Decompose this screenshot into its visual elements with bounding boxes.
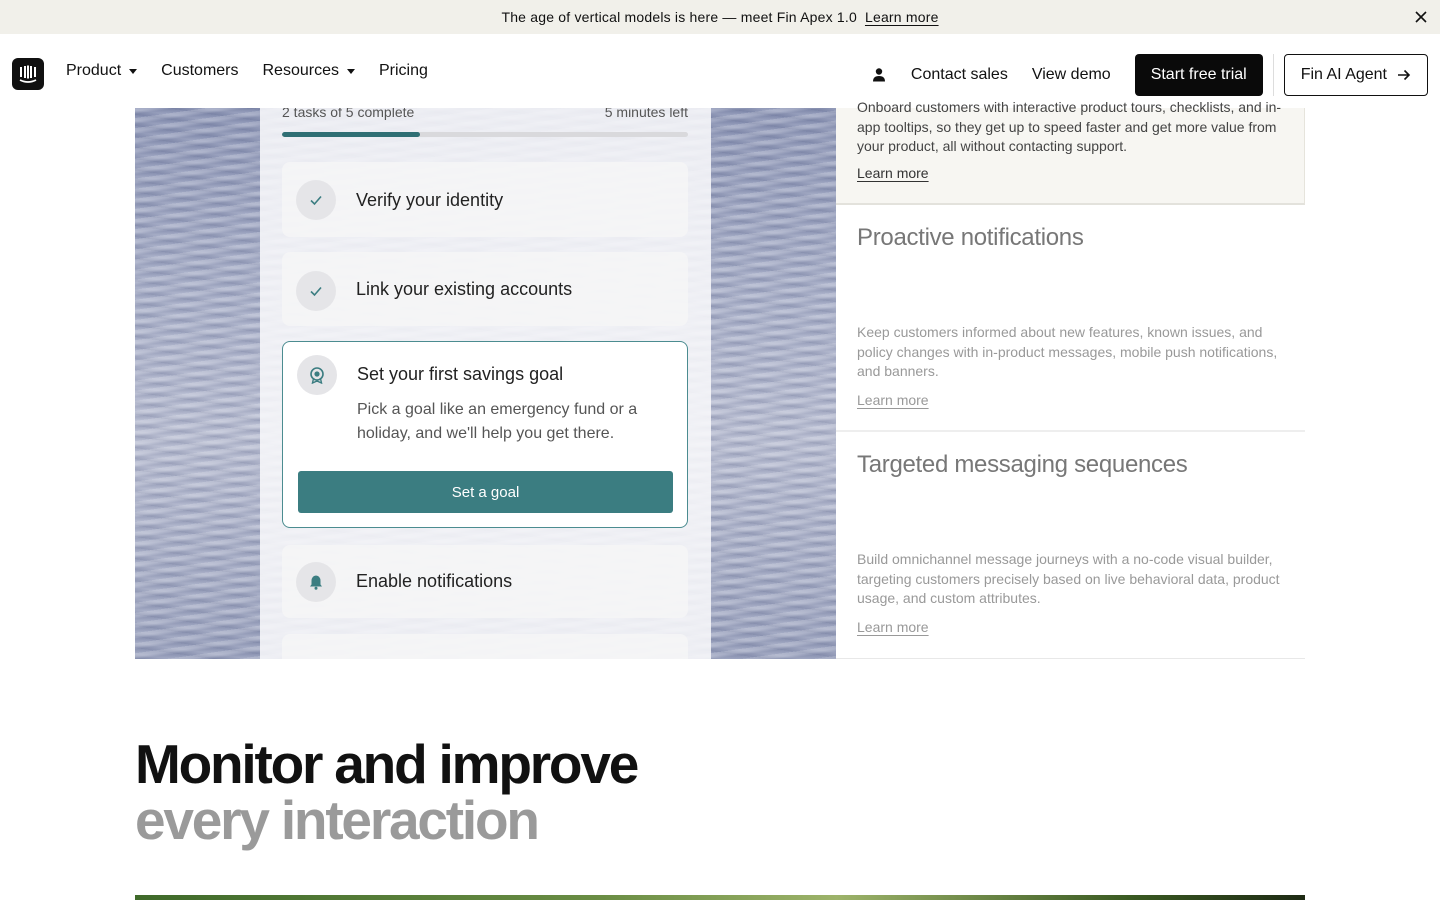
nav-menu: Product Customers Resources Pricing — [66, 34, 428, 108]
caret-down-icon — [129, 68, 138, 74]
feature-title: Proactive notifications — [857, 224, 1084, 251]
feature-description: Onboard customers with interactive produ… — [857, 99, 1282, 155]
task-title: Verify your identity — [356, 190, 504, 210]
product-mockup-panel: 2 tasks of 5 complete 5 minutes left Ver… — [135, 108, 836, 659]
nav-actions: Contact sales View demo Start free trial… — [871, 54, 1428, 96]
caret-down-icon — [346, 68, 355, 74]
task-item-partial — [282, 634, 688, 659]
task-title: Set your first savings goal — [357, 364, 564, 384]
feature-item-product-tours: Onboard customers with interactive produ… — [836, 99, 1305, 205]
time-left-label: 5 minutes left — [604, 108, 688, 120]
nav-divider — [1272, 54, 1274, 96]
close-icon[interactable] — [1412, 8, 1430, 26]
progress-row: 2 tasks of 5 complete 5 minutes left — [282, 108, 688, 120]
announcement-bar: The age of vertical models is here — mee… — [0, 0, 1440, 34]
feature-description: Keep customers informed about new featur… — [857, 324, 1278, 380]
progress-bar — [282, 132, 688, 137]
section-heading-line2: every interaction — [135, 789, 540, 851]
features-list: Onboard customers with interactive produ… — [836, 99, 1305, 659]
feature-learn-more-link[interactable]: Learn more — [857, 392, 929, 408]
next-section-image — [135, 895, 1305, 900]
task-title: Link your existing accounts — [356, 279, 573, 299]
user-icon[interactable] — [871, 67, 887, 83]
feature-description: Build omnichannel message journeys with … — [857, 551, 1280, 607]
view-demo-link[interactable]: View demo — [1032, 66, 1111, 84]
set-goal-button[interactable]: Set a goal — [298, 471, 673, 513]
section-heading-line1: Monitor and improve — [135, 733, 639, 795]
nav-item-resources[interactable]: Resources — [263, 62, 355, 80]
progress-bar-fill — [282, 132, 421, 137]
nav-item-label: Resources — [262, 62, 339, 79]
task-item-enable-notifications[interactable]: Enable notifications — [282, 545, 688, 618]
task-item-savings-goal[interactable]: Set your first savings goal Pick a goal … — [282, 341, 688, 528]
nav-item-customers[interactable]: Customers — [161, 62, 238, 80]
intercom-logo[interactable] — [12, 58, 44, 90]
logo-icon — [19, 65, 37, 83]
fin-ai-agent-label: Fin AI Agent — [1300, 66, 1387, 83]
task-description: Pick a goal like an emergency fund or a … — [357, 401, 638, 442]
task-item-verify-identity[interactable]: Verify your identity — [282, 162, 688, 237]
start-free-trial-label: Start free trial — [1150, 66, 1247, 83]
fin-ai-agent-button[interactable]: Fin AI Agent — [1283, 54, 1428, 96]
feature-item-targeted-messaging[interactable]: Targeted messaging sequences Build omnic… — [836, 432, 1305, 659]
nav-item-label: Product — [66, 62, 122, 79]
nav-item-product[interactable]: Product — [66, 62, 138, 80]
task-title: Enable notifications — [356, 571, 513, 591]
check-icon — [296, 180, 336, 220]
contact-sales-link[interactable]: Contact sales — [911, 66, 1008, 84]
bell-icon — [296, 562, 336, 602]
top-nav: Product Customers Resources Pricing Cont… — [0, 34, 1440, 108]
announcement-learn-more-link[interactable]: Learn more — [865, 9, 939, 25]
task-item-link-accounts[interactable]: Link your existing accounts — [282, 252, 688, 326]
set-goal-label: Set a goal — [451, 483, 520, 501]
nav-item-pricing[interactable]: Pricing — [379, 62, 428, 80]
check-icon — [296, 271, 336, 311]
announcement-message: The age of vertical models is here — mee… — [501, 9, 857, 25]
feature-item-proactive-notifications[interactable]: Proactive notifications Keep customers i… — [836, 205, 1305, 432]
nav-item-label: Customers — [161, 62, 239, 79]
feature-learn-more-link[interactable]: Learn more — [857, 165, 929, 181]
feature-title: Targeted messaging sequences — [857, 451, 1188, 478]
target-icon — [297, 355, 337, 395]
feature-learn-more-link[interactable]: Learn more — [857, 619, 929, 635]
section-heading: Monitor and improve every interaction — [135, 733, 639, 851]
start-free-trial-button[interactable]: Start free trial — [1134, 54, 1263, 96]
arrow-right-icon — [1398, 69, 1411, 81]
checklist-mockup: 2 tasks of 5 complete 5 minutes left Ver… — [260, 108, 711, 659]
progress-label: 2 tasks of 5 complete — [282, 108, 415, 120]
nav-item-label: Pricing — [378, 62, 428, 79]
